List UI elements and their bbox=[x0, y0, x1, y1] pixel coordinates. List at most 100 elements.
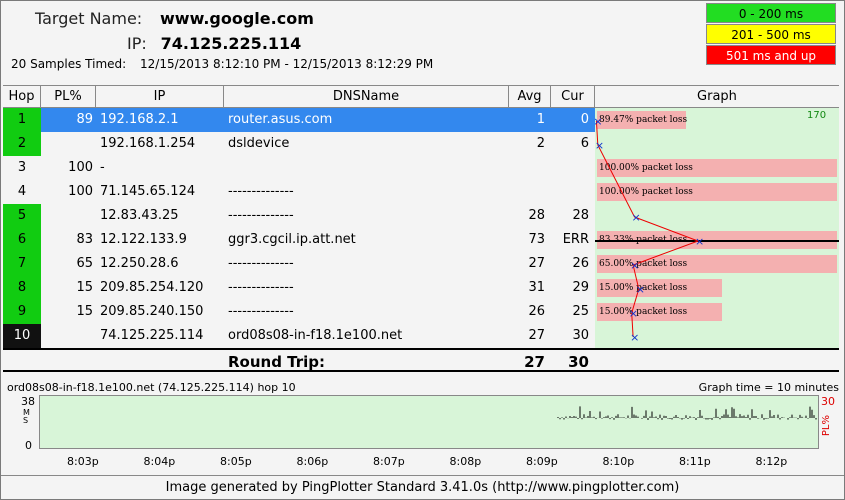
legend-red: 501 ms and up bbox=[706, 45, 836, 65]
graph-cell: 65.00% packet loss bbox=[595, 252, 839, 276]
time-tick-label: 8:09p bbox=[526, 455, 558, 468]
avg-cell: 28 bbox=[528, 208, 545, 223]
footer-credit: Image generated by PingPlotter Standard … bbox=[1, 475, 844, 499]
ip-cell: 209.85.254.120 bbox=[100, 280, 204, 295]
packet-loss-bar: 89.47% packet loss bbox=[597, 111, 687, 129]
table-row[interactable]: 5 12.83.43.25 -------------- 28 28 bbox=[3, 204, 839, 228]
table-row[interactable]: 10 74.125.225.114 ord08s08-in-f18.1e100.ne… bbox=[3, 324, 839, 348]
graph-cell: 15.00% packet loss bbox=[595, 276, 839, 300]
col-hop[interactable]: Hop bbox=[3, 86, 41, 107]
ip-cell: 12.250.28.6 bbox=[100, 256, 179, 271]
legend-green: 0 - 200 ms bbox=[706, 3, 836, 23]
hop-cell: 6 bbox=[3, 228, 41, 252]
ip-label: IP: bbox=[127, 34, 147, 53]
packet-loss-bar: 15.00% packet loss bbox=[597, 303, 722, 321]
dns-cell bbox=[224, 156, 509, 180]
time-tick-label: 8:06p bbox=[296, 455, 329, 468]
time-tick-label: 8:04p bbox=[143, 455, 176, 468]
col-cur[interactable]: Cur bbox=[551, 86, 595, 107]
time-tick-label: 8:11p bbox=[679, 455, 711, 468]
pl-cell bbox=[41, 324, 96, 348]
hop-cell: 1 bbox=[3, 108, 41, 132]
table-header: Hop PL% IP DNSName Avg Cur Graph bbox=[3, 86, 839, 108]
dns-cell: -------------- bbox=[228, 208, 294, 223]
round-trip-cur: 30 bbox=[568, 353, 589, 370]
round-trip-label: Round Trip: bbox=[228, 353, 326, 370]
cur-cell bbox=[551, 156, 595, 180]
y-max-label: 38 bbox=[21, 395, 35, 408]
hop-cell: 4 bbox=[17, 184, 27, 199]
pl-cell: 15 bbox=[76, 280, 93, 295]
pl-axis-label: PL% bbox=[821, 415, 832, 437]
col-avg[interactable]: Avg bbox=[509, 86, 551, 107]
pl-cell: 83 bbox=[76, 232, 93, 247]
table-row[interactable]: 2 192.168.1.254 dsldevice 2 6 bbox=[3, 132, 839, 156]
dns-cell: -------------- bbox=[228, 304, 294, 319]
graph-cell: 83.33% packet loss bbox=[595, 228, 839, 252]
hop-cell: 7 bbox=[3, 252, 41, 276]
pl-cell: 65 bbox=[76, 256, 93, 271]
time-tick-label: 8:10p bbox=[602, 455, 635, 468]
graph-scale-label: 170 bbox=[807, 110, 827, 121]
hop-cell: 8 bbox=[3, 276, 41, 300]
time-graph-panel: ord08s08-in-f18.1e100.net (74.125.225.11… bbox=[3, 381, 839, 475]
pl-cell bbox=[41, 204, 96, 228]
time-graph-title: ord08s08-in-f18.1e100.net (74.125.225.11… bbox=[7, 381, 296, 394]
time-tick-label: 8:08p bbox=[449, 455, 482, 468]
avg-cell: 27 bbox=[528, 256, 545, 271]
cur-cell: 25 bbox=[572, 304, 589, 319]
dns-cell: router.asus.com bbox=[224, 108, 509, 132]
col-dns[interactable]: DNSName bbox=[224, 86, 509, 107]
time-tick-label: 8:07p bbox=[373, 455, 405, 468]
time-graph-area[interactable] bbox=[39, 395, 819, 449]
table-row[interactable]: 3 100- 100.00% packet loss bbox=[3, 156, 839, 180]
graph-cell: 100.00% packet loss bbox=[595, 180, 839, 204]
samples-label: 20 Samples Timed: bbox=[11, 57, 127, 71]
graph-cell: 89.47% packet loss bbox=[595, 108, 839, 132]
cur-cell: 26 bbox=[572, 256, 589, 271]
pl-cell: 89 bbox=[41, 108, 96, 132]
samples-value: 12/15/2013 8:12:10 PM - 12/15/2013 8:12:… bbox=[140, 57, 434, 71]
graph-cell bbox=[595, 324, 839, 348]
time-tick-label: 8:03p bbox=[67, 455, 99, 468]
col-pl[interactable]: PL% bbox=[41, 86, 96, 107]
ip-cell: - bbox=[100, 160, 105, 175]
pingplotter-window: Target Name: www.google.com IP: 74.125.2… bbox=[0, 0, 845, 500]
table-row[interactable]: 4 100 71.145.65.124 -------------- 100.00% p… bbox=[3, 180, 839, 204]
target-name-value: www.google.com bbox=[160, 9, 314, 28]
ip-cell: 74.125.225.114 bbox=[100, 328, 204, 343]
pl-cell: 100 bbox=[68, 160, 93, 175]
dns-cell: ord08s08-in-f18.1e100.net bbox=[228, 328, 403, 343]
ip-cell: 12.122.133.9 bbox=[100, 232, 187, 247]
ip-value: 74.125.225.114 bbox=[160, 34, 302, 53]
pl-cell: 15 bbox=[76, 304, 93, 319]
packet-loss-bar: 15.00% packet loss bbox=[597, 279, 722, 297]
avg-cell bbox=[509, 180, 551, 204]
hop-cell: 10 bbox=[3, 324, 41, 348]
avg-cell: 27 bbox=[528, 328, 545, 343]
table-row[interactable]: 8 15 209.85.254.120 -------------- 31 29 15.00… bbox=[3, 276, 839, 300]
avg-cell: 26 bbox=[528, 304, 545, 319]
y-min-label: 0 bbox=[25, 439, 32, 452]
ip-cell: 12.83.43.25 bbox=[100, 208, 179, 223]
cur-cell: 28 bbox=[572, 208, 589, 223]
pl-cell bbox=[41, 132, 96, 156]
dns-cell: -------------- bbox=[228, 280, 294, 295]
table-row[interactable]: 6 83 12.122.133.9 ggr3.cgcil.ip.att.net 73 ER… bbox=[3, 228, 839, 252]
table-row[interactable]: 9 15 209.85.240.150 -------------- 26 25 15.00… bbox=[3, 300, 839, 324]
cur-cell: ERR bbox=[562, 232, 589, 247]
cur-cell bbox=[551, 180, 595, 204]
table-row[interactable]: 7 65 12.250.28.6 -------------- 27 26 65.00% p… bbox=[3, 252, 839, 276]
col-ip[interactable]: IP bbox=[96, 86, 224, 107]
hop-cell: 3 bbox=[17, 160, 27, 175]
round-trip-row: Round Trip: 27 30 bbox=[3, 348, 839, 372]
hop-cell: 9 bbox=[3, 300, 41, 324]
packet-loss-bar: 100.00% packet loss bbox=[597, 183, 837, 201]
table-row[interactable]: 1 89 192.168.2.1 router.asus.com 1 0 89.47% pa… bbox=[3, 108, 839, 132]
graph-cell bbox=[595, 204, 839, 228]
dns-cell: -------------- bbox=[228, 256, 294, 271]
avg-cell: 2 bbox=[536, 136, 545, 151]
col-graph[interactable]: Graph bbox=[595, 86, 839, 107]
time-tick-label: 8:05p bbox=[220, 455, 252, 468]
hop-cell: 2 bbox=[3, 132, 41, 156]
